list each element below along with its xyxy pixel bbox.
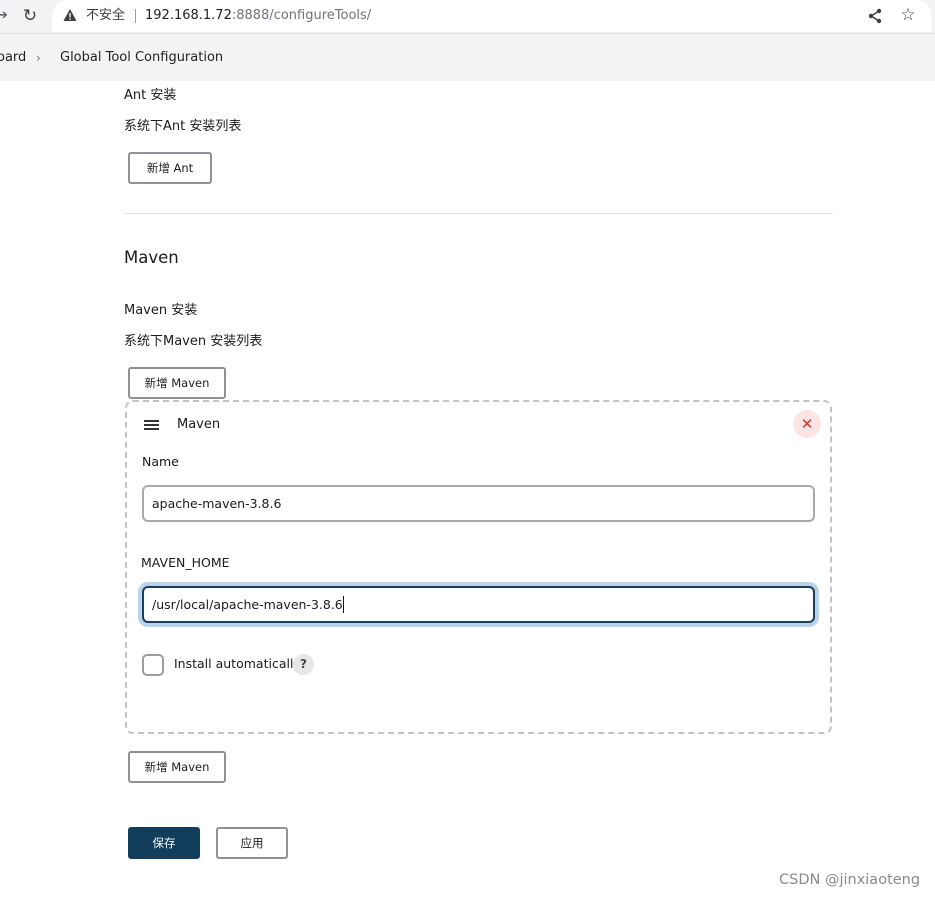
install-automatically-checkbox[interactable] <box>142 654 164 676</box>
breadcrumb-dashboard[interactable]: oard <box>0 49 26 67</box>
browser-toolbar: ➔ ↻ 不安全 192.168.1.72:8888/configureTools… <box>0 0 935 33</box>
security-status[interactable]: 不安全 <box>86 7 125 25</box>
url-host: 192.168.1.72 <box>145 8 232 23</box>
text-caret <box>343 596 344 613</box>
install-automatically-label[interactable]: Install automatically <box>174 655 301 673</box>
forward-icon[interactable]: ➔ <box>0 8 8 24</box>
close-icon[interactable]: ✕ <box>793 410 821 438</box>
url-path: :8888/configureTools/ <box>231 8 372 23</box>
breadcrumb: oard › Global Tool Configuration <box>0 34 935 81</box>
star-icon[interactable]: ☆ <box>898 5 918 25</box>
reload-icon[interactable]: ↻ <box>20 6 40 26</box>
add-maven-button-bottom[interactable]: 新增 Maven <box>128 751 226 783</box>
maven-card-title: Maven <box>177 417 221 432</box>
help-icon[interactable]: ? <box>293 654 314 675</box>
chevron-right-icon: › <box>36 51 41 65</box>
url-text[interactable]: 192.168.1.72:8888/configureTools/ <box>145 7 371 25</box>
maven-installations-desc: 系统下Maven 安装列表 <box>124 334 263 349</box>
maven-section-title: Maven <box>124 248 179 267</box>
maven-home-input[interactable] <box>142 586 815 623</box>
maven-installation-card <box>125 400 832 734</box>
name-input[interactable] <box>142 485 815 522</box>
warning-icon[interactable] <box>63 8 77 22</box>
add-maven-button-top[interactable]: 新增 Maven <box>128 367 226 399</box>
save-button[interactable]: 保存 <box>128 827 200 859</box>
drag-handle-icon[interactable] <box>144 420 159 431</box>
ant-installations-desc: 系统下Ant 安装列表 <box>124 119 242 134</box>
breadcrumb-current[interactable]: Global Tool Configuration <box>60 49 223 67</box>
watermark: CSDN @jinxiaoteng <box>779 872 921 888</box>
maven-home-label: MAVEN_HOME <box>141 555 230 570</box>
address-bar[interactable]: 不安全 192.168.1.72:8888/configureTools/ ☆ <box>52 0 932 32</box>
apply-button[interactable]: 应用 <box>216 827 288 859</box>
add-ant-button[interactable]: 新增 Ant <box>128 152 212 184</box>
maven-installations-label: Maven 安装 <box>124 303 198 318</box>
section-divider <box>124 213 833 214</box>
ant-installations-label: Ant 安装 <box>124 88 177 103</box>
share-icon[interactable] <box>866 7 884 25</box>
name-label: Name <box>142 454 179 469</box>
address-separator <box>135 9 136 23</box>
